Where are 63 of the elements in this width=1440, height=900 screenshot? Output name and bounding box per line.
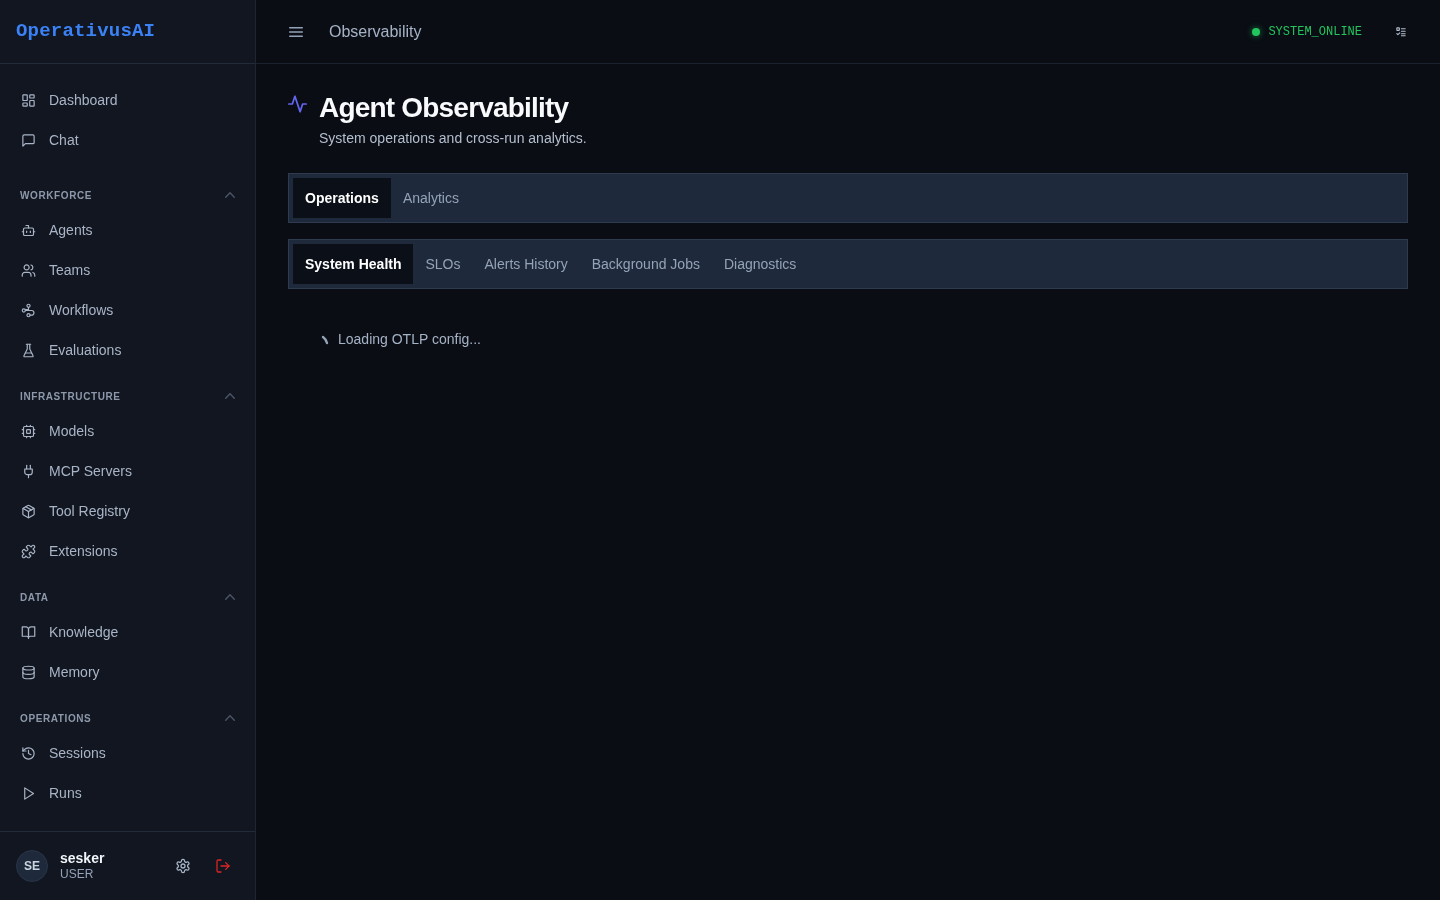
section-title: DATA	[20, 590, 49, 605]
user-role: USER	[60, 867, 95, 882]
section-title: WORKFORCE	[20, 188, 93, 203]
system-status: SYSTEM_ONLINE	[1268, 23, 1362, 41]
chevron-up-icon[interactable]	[225, 713, 235, 723]
history-icon	[21, 745, 36, 761]
speech-bubble-icon	[21, 132, 36, 148]
sidebar-item[interactable]: Sessions	[0, 733, 255, 773]
users-icon	[21, 262, 36, 278]
checklist-button[interactable]	[1396, 26, 1406, 37]
sidebar-item[interactable]: Extensions	[0, 531, 255, 571]
checklist-icon	[1396, 26, 1406, 37]
page-title: Agent Observability	[319, 92, 570, 124]
sidebar-item[interactable]: Tool Registry	[0, 491, 255, 531]
sidebar-item[interactable]: Agents	[0, 210, 255, 250]
package-icon	[21, 503, 36, 519]
dashboard-grid-icon	[21, 92, 36, 108]
sidebar-item[interactable]: Models	[0, 411, 255, 451]
sidebar-item[interactable]: MCP Servers	[0, 451, 255, 491]
menu-icon	[289, 24, 303, 39]
tab[interactable]: System Health	[293, 244, 414, 284]
tab[interactable]: Background Jobs	[579, 244, 712, 284]
database-icon	[21, 664, 36, 680]
chevron-up-icon[interactable]	[225, 592, 235, 602]
robot-icon	[21, 222, 36, 238]
play-icon	[21, 785, 36, 801]
status-dot-icon	[1252, 27, 1261, 36]
settings-button[interactable]	[175, 858, 191, 874]
menu-button[interactable]	[289, 24, 303, 39]
section-title: OPERATIONS	[20, 711, 92, 726]
page-subtitle: System operations and cross-run analytics.	[319, 129, 587, 148]
open-book-icon	[21, 624, 36, 640]
page-breadcrumb: Observability	[329, 21, 422, 42]
tab[interactable]: Diagnostics	[711, 244, 809, 284]
sidebar-item[interactable]: Teams	[0, 250, 255, 290]
plug-icon	[21, 463, 36, 479]
section-title: INFRASTRUCTURE	[20, 389, 121, 404]
tab[interactable]: Alerts History	[472, 244, 580, 284]
sidebar-item[interactable]: Runs	[0, 773, 255, 813]
workflow-nodes-icon	[21, 302, 36, 318]
sidebar-item[interactable]: Dashboard	[0, 80, 255, 120]
sidebar-item[interactable]: Knowledge	[0, 612, 255, 652]
tab[interactable]: SLOs	[413, 244, 473, 284]
chevron-up-icon[interactable]	[225, 190, 235, 200]
sidebar-item[interactable]: Memory	[0, 652, 255, 692]
puzzle-piece-icon	[21, 543, 36, 559]
sidebar-item[interactable]: Evaluations	[0, 330, 255, 370]
tab[interactable]: Analytics	[390, 178, 471, 218]
logout-button[interactable]	[215, 858, 231, 874]
tab[interactable]: Operations	[293, 178, 391, 218]
logout-icon	[215, 858, 231, 874]
sidebar-item[interactable]: Workflows	[0, 290, 255, 330]
loading-message: Loading OTLP config...	[338, 330, 481, 349]
user-avatar: SE	[16, 850, 48, 882]
loading-spinner-icon	[320, 334, 330, 345]
activity-pulse-icon	[288, 95, 307, 113]
flask-icon	[21, 342, 36, 358]
sidebar-item[interactable]: Chat	[0, 120, 255, 160]
chevron-up-icon[interactable]	[225, 391, 235, 401]
app-logo[interactable]: OperativusAI	[16, 17, 156, 46]
chip-icon	[21, 423, 36, 439]
user-name: sesker	[60, 850, 106, 867]
gear-icon	[175, 858, 191, 874]
